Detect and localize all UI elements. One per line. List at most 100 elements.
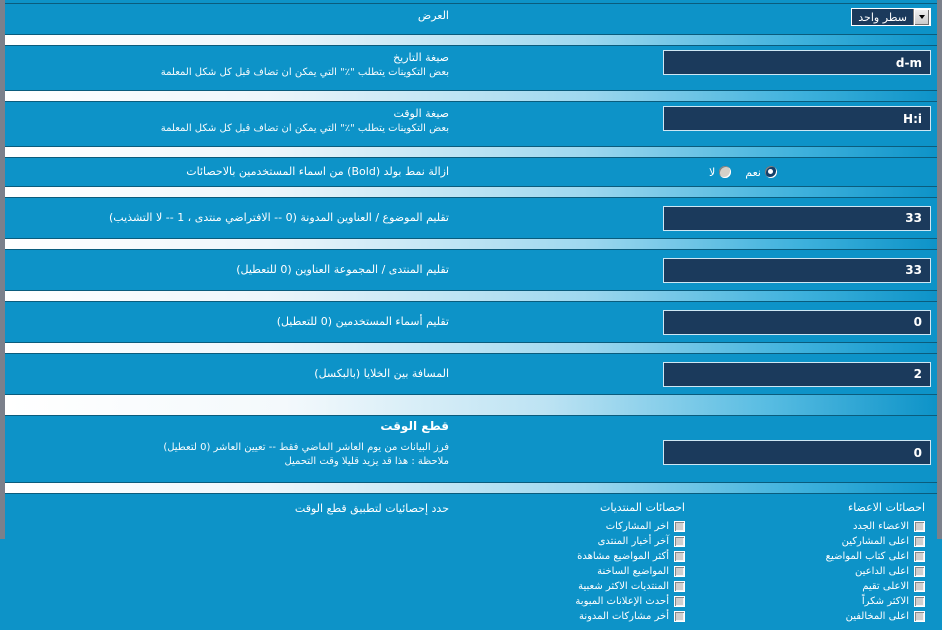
row-display: سطر واحد العرض: [5, 4, 937, 34]
checkbox-label: المواضيع الساخنة: [597, 566, 669, 577]
separator-5: [5, 238, 937, 250]
display-label: العرض: [417, 9, 449, 22]
row-trim-topic: تقليم الموضوع / العناوين المدونة (0 -- ا…: [5, 198, 937, 238]
checkbox-row-top-referrers[interactable]: اعلى الداعين: [703, 564, 931, 579]
time-cut-label-cell: فرز البيانات من يوم العاشر الماضي فقط --…: [5, 436, 457, 472]
trim-username-input[interactable]: [663, 309, 931, 335]
checkbox-label: المنتديات الاكثر شعبية: [578, 581, 669, 592]
display-select-value: سطر واحد: [858, 10, 907, 24]
row-date-format: صيغة التاريخ بعض التكوينات يتطلب "٪" الت…: [5, 46, 937, 90]
time-cut-desc-line1: فرز البيانات من يوم العاشر الماضي فقط --…: [163, 442, 449, 453]
checkbox-row-latest-blog-posts[interactable]: أخر مشاركات المدونة: [463, 609, 691, 624]
checkbox-row-new-members[interactable]: الاعضاء الجدد: [703, 519, 931, 534]
display-select[interactable]: سطر واحد: [851, 8, 931, 26]
checkbox-label: آخر أخبار المنتدى: [597, 536, 669, 547]
time-format-input[interactable]: [663, 106, 931, 131]
time-format-desc: بعض التكوينات يتطلب "٪" التي يمكن ان تضا…: [160, 122, 449, 134]
checkbox-icon[interactable]: [914, 536, 925, 547]
members-stats-caption: احصائات الاعضاء: [848, 501, 925, 514]
time-format-control-cell: [457, 102, 937, 135]
checkbox-label: اعلى المخالفين: [845, 611, 909, 622]
checkbox-icon[interactable]: [674, 551, 685, 562]
checkbox-row-top-offenders[interactable]: اعلى المخالفين: [703, 609, 931, 624]
trim-topic-input[interactable]: [663, 205, 931, 231]
checkbox-label: أكثر المواضيع مشاهدة: [577, 551, 669, 562]
checkbox-icon[interactable]: [914, 566, 925, 577]
remove-bold-yes[interactable]: نعم: [745, 166, 777, 179]
time-format-label: صيغة الوقت: [393, 107, 449, 120]
row-time-cut-header: قطع الوقت: [5, 416, 937, 436]
checkbox-icon[interactable]: [674, 566, 685, 577]
checkbox-label: اعلى كتاب المواضيع: [825, 551, 909, 562]
separator-4: [5, 186, 937, 198]
checkbox-row-latest-classifieds[interactable]: أحدث الإعلانات المبوبة: [463, 594, 691, 609]
cell-spacing-control-cell: [457, 358, 937, 391]
checkbox-icon[interactable]: [914, 551, 925, 562]
checkbox-row-latest-forum-news[interactable]: آخر أخبار المنتدى: [463, 534, 691, 549]
trim-username-label: تقليم أسماء المستخدمين (0 للتعطيل): [276, 315, 449, 329]
trim-username-control-cell: [457, 306, 937, 339]
display-control-cell: سطر واحد: [457, 4, 937, 30]
checkbox-icon[interactable]: [914, 611, 925, 622]
time-format-label-cell: صيغة الوقت بعض التكوينات يتطلب "٪" التي …: [5, 102, 457, 139]
cell-spacing-label: المسافة بين الخلايا (بالبكسل): [314, 367, 449, 381]
remove-bold-no[interactable]: لا: [709, 165, 732, 179]
checkbox-label: الاكثر شكراً: [861, 596, 909, 607]
checkbox-icon[interactable]: [674, 521, 685, 532]
trim-forum-label: تقليم المنتدى / المجموعة العناوين (0 للت…: [236, 263, 449, 277]
cell-spacing-input[interactable]: [663, 361, 931, 387]
checkbox-icon[interactable]: [674, 581, 685, 592]
separator-1: [5, 34, 937, 46]
trim-forum-input[interactable]: [663, 257, 931, 283]
time-cut-input[interactable]: [663, 440, 931, 465]
row-trim-forum: تقليم المنتدى / المجموعة العناوين (0 للت…: [5, 250, 937, 290]
radio-no-icon[interactable]: [719, 166, 732, 178]
checkbox-row-latest-posts[interactable]: اخر المشاركات: [463, 519, 691, 534]
trim-topic-control-cell: [457, 202, 937, 235]
members-stats-column: احصائات الاعضاء الاعضاء الجدد اعلى المشا…: [697, 497, 937, 630]
separator-7: [5, 342, 937, 354]
checkbox-row-most-viewed-topics[interactable]: أكثر المواضيع مشاهدة: [463, 549, 691, 564]
checkbox-row-top-rated[interactable]: الاعلى تقيم: [703, 579, 931, 594]
checkbox-icon[interactable]: [674, 536, 685, 547]
radio-no-label: لا: [709, 165, 716, 179]
checkbox-icon[interactable]: [674, 611, 685, 622]
checkbox-row-top-posters[interactable]: اعلى المشاركين: [703, 534, 931, 549]
checkbox-row-most-popular-forums[interactable]: المنتديات الاكثر شعبية: [463, 579, 691, 594]
date-format-control-cell: [457, 46, 937, 79]
checkbox-icon[interactable]: [914, 596, 925, 607]
remove-bold-label: ازالة نمط بولد (Bold) من اسماء المستخدمي…: [186, 165, 449, 179]
forums-stats-column: احصائات المنتديات اخر المشاركات آخر أخبا…: [457, 497, 697, 630]
separator-2: [5, 90, 937, 102]
checkbox-row-most-thanked[interactable]: الاكثر شكراً: [703, 594, 931, 609]
radio-yes-label: نعم: [745, 165, 761, 179]
trim-topic-label: تقليم الموضوع / العناوين المدونة (0 -- ا…: [109, 211, 449, 225]
checkbox-row-hot-topics[interactable]: المواضيع الساخنة: [463, 564, 691, 579]
remove-bold-radio-group[interactable]: نعم لا: [709, 166, 777, 179]
settings-panel: سطر واحد العرض صيغة التاريخ بعض التكوينا…: [5, 0, 937, 630]
time-cut-desc-line2: ملاحظة : هذا قد يزيد قليلا وقت التحميل: [284, 455, 449, 467]
checkbox-label: الاعلى تقيم: [862, 581, 909, 592]
checkbox-icon[interactable]: [914, 521, 925, 532]
radio-yes-icon[interactable]: [765, 166, 777, 178]
trim-forum-control-cell: [457, 254, 937, 287]
checkbox-row-top-topic-starters[interactable]: اعلى كتاب المواضيع: [703, 549, 931, 564]
forums-stats-caption: احصائات المنتديات: [600, 501, 685, 514]
checkbox-label: الاعضاء الجدد: [852, 521, 909, 532]
date-format-desc: بعض التكوينات يتطلب "٪" التي يمكن ان تضا…: [160, 66, 449, 78]
row-cell-spacing: المسافة بين الخلايا (بالبكسل): [5, 354, 937, 394]
checkbox-icon[interactable]: [674, 596, 685, 607]
select-stats-label: حدد إحصائيات لتطبيق قطع الوقت: [294, 502, 449, 515]
date-format-input[interactable]: [663, 50, 931, 75]
date-format-label-cell: صيغة التاريخ بعض التكوينات يتطلب "٪" الت…: [5, 46, 457, 83]
row-remove-bold: نعم لا ازالة نمط بولد (Bold) من اسماء ال…: [5, 158, 937, 186]
row-trim-username: تقليم أسماء المستخدمين (0 للتعطيل): [5, 302, 937, 342]
checkbox-label: اخر المشاركات: [605, 521, 669, 532]
checkbox-icon[interactable]: [914, 581, 925, 592]
separator-8: [5, 482, 937, 494]
row-time-format: صيغة الوقت بعض التكوينات يتطلب "٪" التي …: [5, 102, 937, 146]
checkbox-label: اعلى الداعين: [854, 566, 909, 577]
time-cut-section-title: قطع الوقت: [380, 419, 449, 434]
checkbox-label: اعلى المشاركين: [841, 536, 909, 547]
chevron-down-icon[interactable]: [913, 9, 930, 25]
